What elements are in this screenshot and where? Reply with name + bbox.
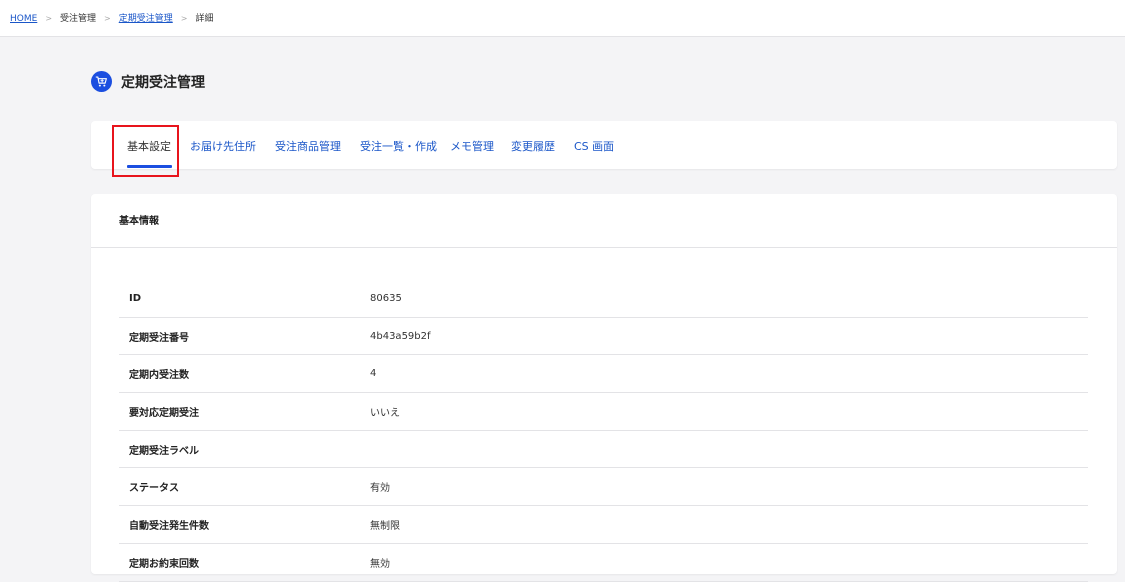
tab-memo-management[interactable]: メモ管理 [450, 121, 494, 169]
top-bar: HOME > 受注管理 > 定期受注管理 > 詳細 [0, 0, 1125, 37]
tab-change-history[interactable]: 変更履歴 [511, 121, 555, 169]
row-value: 有効 [370, 483, 390, 495]
row-label: 定期お約束回数 [129, 558, 199, 570]
row-label: 自動受注発生件数 [129, 520, 209, 532]
row-value: 4b43a59b2f [370, 330, 431, 342]
page-title: 定期受注管理 [121, 74, 205, 91]
breadcrumb-order-mgmt: 受注管理 [60, 14, 97, 24]
tab-delivery-address[interactable]: お届け先住所 [190, 121, 256, 169]
breadcrumb-separator: > [180, 14, 188, 23]
row-label: ID [129, 292, 142, 304]
card-header: 基本情報 [91, 194, 1117, 248]
row-label: 定期内受注数 [129, 370, 189, 382]
basic-info-card: 基本情報 ID 80635 定期受注番号 4b43a59b2f 定期内受注数 4… [91, 194, 1117, 582]
page-header: 定期受注管理 [91, 71, 205, 92]
table-row: 定期受注ラベル [119, 431, 1088, 469]
info-table: ID 80635 定期受注番号 4b43a59b2f 定期内受注数 4 要対応定… [119, 280, 1088, 582]
row-label: 定期受注番号 [129, 332, 189, 344]
table-row: 定期受注番号 4b43a59b2f [119, 318, 1088, 356]
active-tab-indicator [127, 165, 172, 168]
row-label: 定期受注ラベル [129, 445, 199, 457]
row-value: 無制限 [370, 520, 400, 532]
table-row: ID 80635 [119, 280, 1088, 318]
breadcrumb-home-link[interactable]: HOME [10, 13, 37, 25]
tab-cs-screen[interactable]: CS 画面 [574, 121, 614, 169]
table-row: 自動受注発生件数 無制限 [119, 506, 1088, 544]
table-row: 要対応定期受注 いいえ [119, 393, 1088, 431]
tab-order-list-create[interactable]: 受注一覧・作成 [360, 121, 437, 169]
row-label: ステータス [129, 483, 179, 495]
breadcrumb: HOME > 受注管理 > 定期受注管理 > 詳細 [10, 13, 213, 25]
table-row: ステータス 有効 [119, 468, 1088, 507]
row-value: 4 [370, 368, 377, 380]
row-label: 要対応定期受注 [129, 407, 199, 419]
tab-basic-settings[interactable]: 基本設定 [127, 121, 171, 169]
breadcrumb-separator: > [104, 14, 111, 23]
cart-icon [91, 71, 112, 92]
row-value: いいえ [370, 407, 400, 419]
breadcrumb-detail: 詳細 [195, 14, 214, 24]
tab-order-products[interactable]: 受注商品管理 [275, 121, 341, 169]
row-value: 80635 [370, 292, 402, 304]
breadcrumb-separator: > [45, 14, 53, 23]
table-row: 定期内受注数 4 [119, 355, 1088, 394]
row-value: 無効 [370, 558, 390, 570]
table-row: 定期お約束回数 無効 [119, 544, 1088, 582]
tab-bar: 基本設定 お届け先住所 受注商品管理 受注一覧・作成 メモ管理 変更履歴 CS … [91, 121, 1117, 177]
breadcrumb-subscription-link[interactable]: 定期受注管理 [119, 13, 173, 25]
